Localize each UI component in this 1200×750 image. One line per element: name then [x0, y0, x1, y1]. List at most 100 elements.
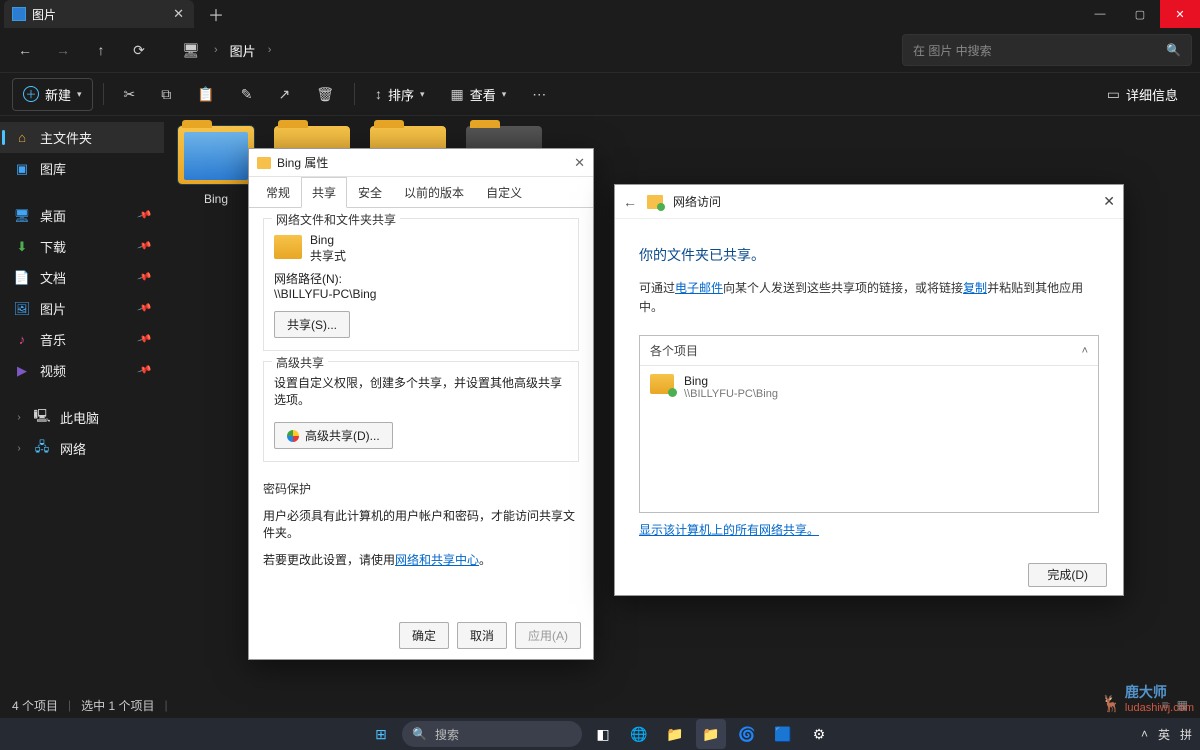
sidebar-item-downloads[interactable]: ⬇下载📌 — [0, 231, 164, 262]
dialog-heading: 你的文件夹已共享。 — [639, 245, 1099, 265]
delete-button[interactable]: 🗑 — [306, 80, 344, 109]
tab-general[interactable]: 常规 — [255, 177, 301, 208]
network-access-dialog: ← 网络访问 ✕ 你的文件夹已共享。 可通过电子邮件向某个人发送到这些共享项的链… — [614, 184, 1124, 596]
sidebar: ⌂主文件夹 ▣图库 🖥桌面📌 ⬇下载📌 📄文档📌 🖼图片📌 ♪音乐📌 ▶视频📌 … — [0, 116, 164, 692]
share-icon: ↗ — [278, 86, 290, 103]
desc-b: 向某个人发送到这些共享项的链接，或将链接 — [723, 281, 963, 295]
rename-button[interactable]: ✎ — [231, 80, 263, 109]
tab-previous-versions[interactable]: 以前的版本 — [393, 177, 475, 208]
view-button[interactable]: ▦查看▾ — [441, 79, 517, 110]
sidebar-item-label: 此电脑 — [60, 408, 99, 427]
sidebar-item-home[interactable]: ⌂主文件夹 — [0, 122, 164, 153]
chevron-right-icon: › — [14, 412, 24, 423]
window-minimize-button[interactable]: — — [1080, 0, 1120, 28]
taskbar-search[interactable]: 🔍搜索 — [402, 721, 582, 747]
group-title: 密码保护 — [263, 482, 311, 496]
view-icon: ▦ — [451, 86, 464, 103]
new-button[interactable]: ＋ 新建 ▾ — [12, 78, 93, 111]
nav-forward-button[interactable]: → — [46, 33, 80, 67]
share-button[interactable]: 共享(S)... — [274, 311, 350, 338]
folder-item[interactable]: Bing — [174, 126, 258, 206]
pin-icon: 📌 — [136, 208, 152, 223]
pc-icon: 🖳 — [34, 410, 50, 426]
tab-close-icon[interactable]: ✕ — [173, 6, 184, 22]
sidebar-item-pictures[interactable]: 🖼图片📌 — [0, 293, 164, 324]
address-monitor-icon[interactable]: 🖥 — [174, 33, 208, 67]
sidebar-item-desktop[interactable]: 🖥桌面📌 — [0, 200, 164, 231]
ime-mode[interactable]: 拼 — [1180, 726, 1192, 743]
window-close-button[interactable]: ✕ — [1160, 0, 1200, 28]
copy-link[interactable]: 复制 — [963, 281, 987, 295]
shared-folder-icon — [650, 374, 674, 394]
plus-icon: ＋ — [23, 86, 39, 102]
document-icon: 📄 — [14, 270, 30, 286]
close-icon[interactable]: ✕ — [1103, 193, 1115, 210]
dialog-title: Bing 属性 — [277, 154, 328, 171]
network-center-link[interactable]: 网络和共享中心 — [395, 553, 479, 567]
start-button[interactable]: ⊞ — [366, 719, 396, 749]
network-icon: 🖧 — [34, 441, 50, 457]
share-button-label: 共享(S)... — [287, 316, 337, 333]
tab-customize[interactable]: 自定义 — [475, 177, 533, 208]
tray-chevron-icon[interactable]: ˄ — [1141, 727, 1148, 741]
sidebar-item-gallery[interactable]: ▣图库 — [0, 153, 164, 184]
chevron-up-icon: ˄ — [1082, 345, 1088, 357]
video-icon: ▶ — [14, 363, 30, 379]
taskbar-edge[interactable]: 🌀 — [732, 719, 762, 749]
back-icon[interactable]: ← — [623, 194, 637, 210]
window-maximize-button[interactable]: ▢ — [1120, 0, 1160, 28]
taskbar-explorer[interactable]: 📁 — [696, 719, 726, 749]
watermark-url: ludashiwj.com — [1125, 702, 1194, 714]
dialog-title-bar[interactable]: Bing 属性 ✕ — [249, 149, 593, 177]
nav-back-button[interactable]: ← — [8, 33, 42, 67]
sidebar-item-videos[interactable]: ▶视频📌 — [0, 355, 164, 386]
advanced-share-button[interactable]: 高级共享(D)... — [274, 422, 393, 449]
taskbar-app[interactable]: 🌐 — [624, 719, 654, 749]
shield-icon — [287, 430, 299, 442]
cancel-button[interactable]: 取消 — [457, 622, 507, 649]
view-label: 查看 — [470, 85, 496, 104]
new-tab-button[interactable]: ＋ — [202, 0, 230, 28]
taskview-button[interactable]: ◧ — [588, 719, 618, 749]
sidebar-item-label: 桌面 — [40, 206, 66, 225]
paste-button[interactable]: 📋 — [187, 80, 224, 109]
chevron-right-icon: › — [266, 44, 274, 56]
sidebar-item-documents[interactable]: 📄文档📌 — [0, 262, 164, 293]
close-icon[interactable]: ✕ — [574, 155, 585, 171]
done-button[interactable]: 完成(D) — [1028, 563, 1107, 587]
sidebar-item-music[interactable]: ♪音乐📌 — [0, 324, 164, 355]
nav-refresh-button[interactable]: ⟳ — [122, 33, 156, 67]
copy-icon: ⧉ — [161, 86, 171, 103]
taskbar-app[interactable]: 🟦 — [768, 719, 798, 749]
tab-share[interactable]: 共享 — [301, 177, 347, 208]
dialog-header: ← 网络访问 ✕ — [615, 185, 1123, 219]
list-item[interactable]: Bing \\BILLYFU-PC\Bing — [640, 366, 1098, 408]
sort-label: 排序 — [388, 85, 414, 104]
details-button[interactable]: ▭详细信息 — [1097, 79, 1188, 110]
share-button[interactable]: ↗ — [268, 80, 300, 109]
taskbar-app[interactable]: 📁 — [660, 719, 690, 749]
tab-pictures[interactable]: 图片 ✕ — [4, 0, 194, 28]
taskbar-settings[interactable]: ⚙ — [804, 719, 834, 749]
sidebar-item-thispc[interactable]: › 🖳 此电脑 — [0, 402, 164, 433]
sidebar-item-label: 音乐 — [40, 330, 66, 349]
sort-button[interactable]: ↕排序▾ — [365, 79, 435, 110]
show-all-shares-link[interactable]: 显示该计算机上的所有网络共享。 — [639, 523, 819, 537]
sidebar-item-network[interactable]: ›🖧网络 — [0, 433, 164, 464]
more-button[interactable]: ⋯ — [522, 80, 556, 109]
copy-button[interactable]: ⧉ — [151, 80, 181, 109]
sidebar-item-label: 主文件夹 — [40, 128, 92, 147]
search-placeholder: 在 图片 中搜索 — [913, 42, 992, 59]
tab-security[interactable]: 安全 — [347, 177, 393, 208]
password-desc-2a: 若要更改此设置，请使用 — [263, 553, 395, 567]
watermark-brand: 鹿大师 — [1125, 682, 1194, 702]
chevron-down-icon: ▾ — [77, 89, 82, 100]
search-input[interactable]: 在 图片 中搜索 🔍 — [902, 34, 1192, 66]
cut-button[interactable]: ✂ — [114, 80, 146, 109]
ime-lang[interactable]: 英 — [1158, 726, 1170, 743]
email-link[interactable]: 电子邮件 — [675, 281, 723, 295]
list-header[interactable]: 各个项目 ˄ — [640, 336, 1098, 366]
address-segment[interactable]: 图片 — [224, 37, 262, 64]
ok-button[interactable]: 确定 — [399, 622, 449, 649]
nav-up-button[interactable]: ↑ — [84, 33, 118, 67]
